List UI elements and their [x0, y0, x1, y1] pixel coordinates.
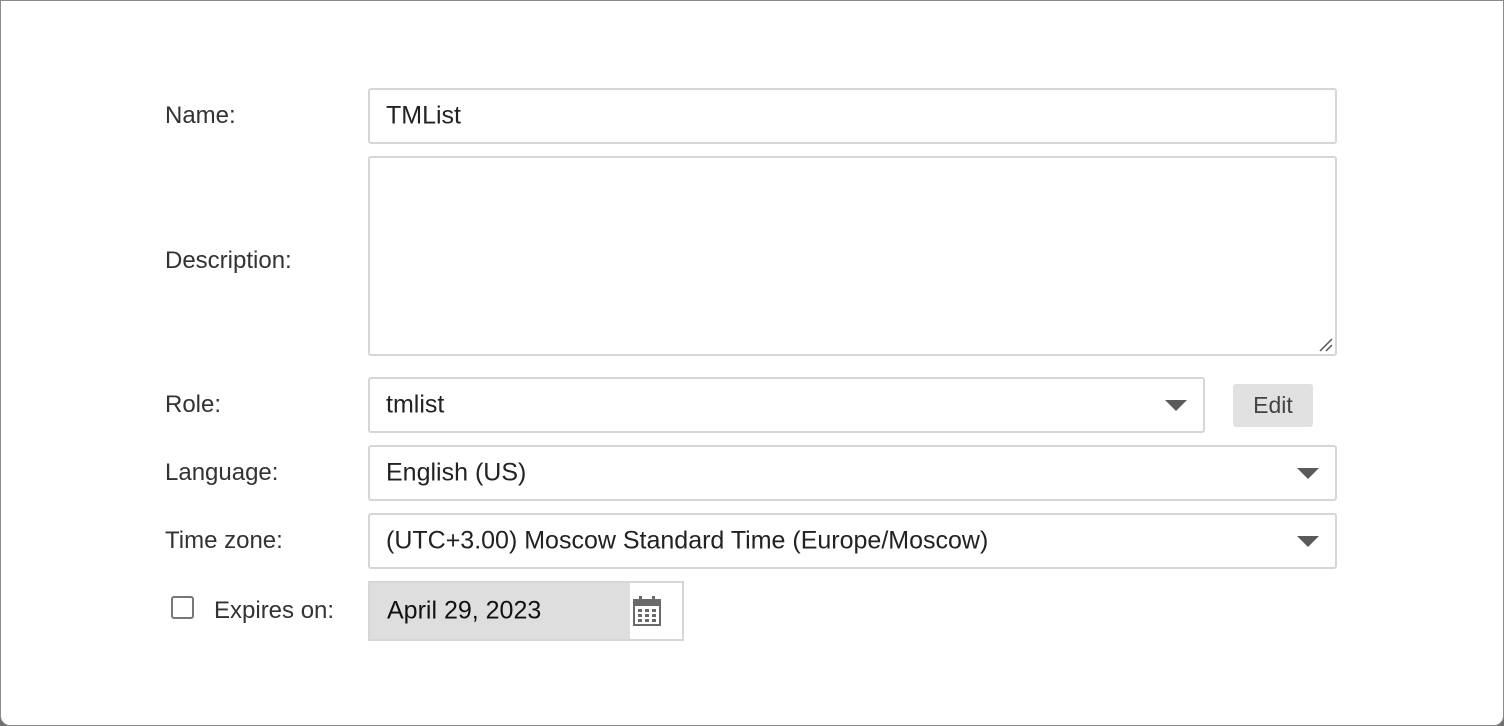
- user-settings-dialog: Name: TMList Description: Role: tmlist E…: [0, 0, 1504, 726]
- chevron-down-icon: [1297, 536, 1319, 547]
- language-select-value: English (US): [386, 458, 527, 487]
- calendar-icon[interactable]: [632, 595, 662, 627]
- language-select[interactable]: English (US): [368, 445, 1337, 501]
- chevron-down-icon: [1165, 400, 1187, 411]
- description-textarea[interactable]: [368, 156, 1337, 356]
- name-label: Name:: [165, 102, 236, 129]
- resize-grip-icon[interactable]: [1317, 336, 1333, 352]
- name-input-value: TMList: [386, 101, 461, 130]
- description-label: Description:: [165, 247, 292, 274]
- language-label: Language:: [165, 459, 279, 486]
- expires-date-picker[interactable]: April 29, 2023: [368, 581, 684, 641]
- name-input[interactable]: TMList: [368, 88, 1337, 144]
- role-select-value: tmlist: [386, 390, 445, 419]
- chevron-down-icon: [1297, 468, 1319, 479]
- timezone-select-value: (UTC+3.00) Moscow Standard Time (Europe/…: [386, 526, 989, 555]
- expires-date-value: April 29, 2023: [387, 596, 542, 625]
- edit-role-button[interactable]: Edit: [1233, 384, 1313, 427]
- role-label: Role:: [165, 391, 222, 418]
- role-select[interactable]: tmlist: [368, 377, 1205, 433]
- timezone-select[interactable]: (UTC+3.00) Moscow Standard Time (Europe/…: [368, 513, 1337, 569]
- expires-label: Expires on:: [214, 597, 335, 624]
- expires-date-input[interactable]: April 29, 2023: [370, 583, 630, 639]
- timezone-label: Time zone:: [165, 527, 283, 554]
- expires-checkbox[interactable]: [171, 596, 194, 619]
